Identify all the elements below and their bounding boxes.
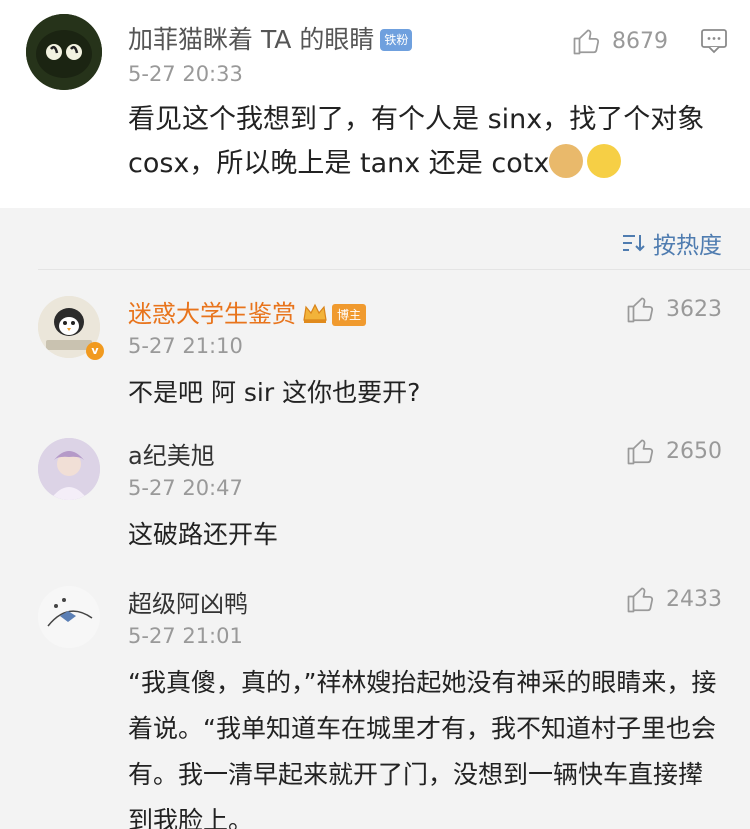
glasses-emoji-icon bbox=[587, 144, 622, 178]
reply-item: v 迷惑大学生鉴赏 博主 5-27 21:10 3623 不是吧 阿 sir 这你… bbox=[0, 294, 750, 414]
reply-text: “我真傻，真的，”祥林嫂抬起她没有神采的眼睛来，接着说。“我单知道车在城里才有，… bbox=[128, 668, 717, 829]
crown-icon bbox=[303, 303, 327, 323]
like-count: 3623 bbox=[666, 296, 722, 322]
reply-username[interactable]: 迷惑大学生鉴赏 博主 bbox=[128, 294, 367, 329]
reply-time: 5-27 21:01 bbox=[128, 624, 243, 648]
reply-like-button[interactable]: 2433 bbox=[626, 584, 722, 614]
thumbs-up-icon bbox=[626, 294, 656, 324]
sort-by-hot-button[interactable]: 按热度 bbox=[621, 226, 722, 260]
reply-like-button[interactable]: 2650 bbox=[626, 436, 722, 466]
reply-username[interactable]: a纪美旭 bbox=[128, 436, 215, 471]
like-count: 8679 bbox=[612, 28, 668, 54]
host-badge: 博主 bbox=[332, 304, 367, 326]
main-comment-time: 5-27 20:33 bbox=[128, 62, 243, 86]
sort-icon bbox=[623, 235, 645, 252]
fan-badge: 铁粉 bbox=[380, 29, 413, 51]
cat-avatar-icon bbox=[26, 14, 102, 90]
reply-item: a纪美旭 5-27 20:47 2650 这破路还开车 bbox=[0, 436, 750, 556]
main-comment-text: 看见这个我想到了，有个人是 sinx，找了个对象 cosx，所以晚上是 tanx… bbox=[128, 104, 705, 179]
duck-avatar-icon bbox=[38, 586, 100, 648]
reply-username[interactable]: 超级阿凶鸭 bbox=[128, 584, 248, 619]
reply-item: 超级阿凶鸭 5-27 21:01 2433 “我真傻，真的，”祥林嫂抬起她没有神… bbox=[0, 584, 750, 829]
doge-emoji-icon bbox=[549, 144, 584, 178]
thumbs-up-icon bbox=[626, 436, 656, 466]
main-comment-username[interactable]: 加菲猫眯着 TA 的眼睛 铁粉 bbox=[128, 20, 413, 56]
reply-time: 5-27 21:10 bbox=[128, 334, 243, 358]
main-comment: 加菲猫眯着 TA 的眼睛 铁粉 5-27 20:33 8679 看见这个我想到了，… bbox=[0, 0, 750, 208]
main-comment-avatar[interactable] bbox=[26, 14, 102, 90]
reply-text: 这破路还开车 bbox=[128, 520, 279, 549]
verified-badge-icon: v bbox=[86, 342, 104, 360]
thumbs-up-icon bbox=[626, 584, 656, 614]
comment-icon[interactable] bbox=[700, 28, 728, 54]
thumbs-up-icon bbox=[572, 26, 602, 56]
divider bbox=[38, 269, 750, 270]
reply-avatar[interactable] bbox=[38, 586, 100, 648]
main-comment-like-button[interactable]: 8679 bbox=[572, 26, 668, 56]
reply-like-button[interactable]: 3623 bbox=[626, 294, 722, 324]
person-avatar-icon bbox=[38, 438, 100, 500]
reply-time: 5-27 20:47 bbox=[128, 476, 243, 500]
reply-text: 不是吧 阿 sir 这你也要开? bbox=[128, 378, 421, 407]
reply-avatar[interactable] bbox=[38, 438, 100, 500]
like-count: 2433 bbox=[666, 586, 722, 612]
reply-section: 按热度 v 迷惑大学生鉴赏 博主 5-27 21:10 3623 不是吧 阿 si… bbox=[0, 208, 750, 829]
like-count: 2650 bbox=[666, 438, 722, 464]
